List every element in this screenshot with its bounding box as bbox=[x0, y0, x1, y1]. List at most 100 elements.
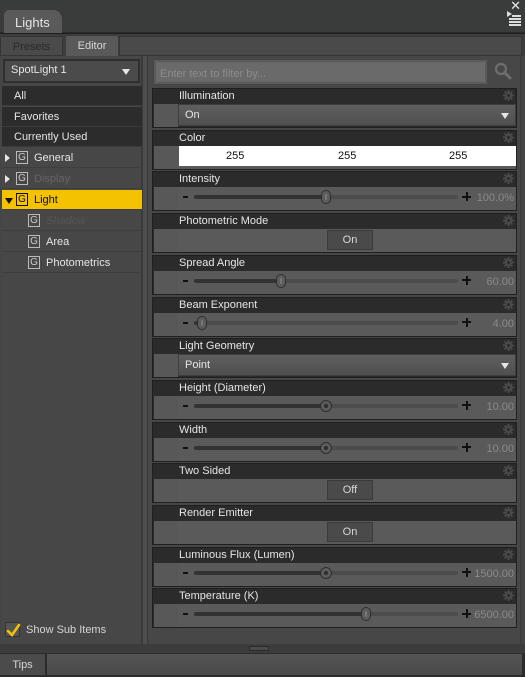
decrement-icon[interactable] bbox=[183, 613, 188, 616]
beam-exponent-value[interactable]: 4.00 bbox=[493, 318, 514, 330]
photometric-mode-toggle[interactable]: On bbox=[327, 230, 373, 251]
gear-icon[interactable] bbox=[503, 507, 514, 518]
spread-angle-value[interactable]: 60.00 bbox=[486, 276, 514, 288]
light-geometry-dropdown[interactable]: Point bbox=[178, 354, 516, 377]
decrement-icon[interactable] bbox=[183, 196, 188, 199]
chevron-down-icon bbox=[501, 113, 509, 119]
panel-menu-icon[interactable] bbox=[507, 11, 521, 26]
search-icon[interactable] bbox=[493, 61, 513, 81]
property-spread-angle: Spread Angle 60.00 bbox=[152, 254, 517, 295]
editor-pane: SpotLight 1 All Favorites Currently Used G… bbox=[0, 56, 525, 644]
property-gutter bbox=[154, 312, 178, 336]
chevron-down-icon bbox=[501, 363, 509, 370]
slider-thumb[interactable] bbox=[276, 273, 287, 288]
color-field[interactable]: 255 255 255 bbox=[179, 145, 516, 166]
tab-editor[interactable]: Editor bbox=[66, 36, 118, 56]
tree-item-shadow[interactable]: G Shadow bbox=[2, 211, 142, 231]
expanded-arrow-icon[interactable] bbox=[5, 198, 13, 204]
gear-icon[interactable] bbox=[503, 256, 514, 268]
panel-tab-lights[interactable]: Lights bbox=[4, 10, 62, 33]
group-icon: G bbox=[16, 172, 28, 185]
render-emitter-toggle[interactable]: On bbox=[327, 522, 373, 542]
slider-thumb[interactable] bbox=[196, 315, 207, 330]
property-label: Beam Exponent bbox=[179, 298, 258, 311]
property-gutter bbox=[154, 270, 178, 294]
tree-item-area[interactable]: G Area bbox=[2, 232, 142, 252]
decrement-icon[interactable] bbox=[183, 321, 188, 324]
slider-thumb[interactable] bbox=[320, 441, 332, 454]
gear-icon[interactable] bbox=[503, 173, 514, 185]
gear-icon[interactable] bbox=[503, 548, 514, 560]
tree-item-photometrics[interactable]: G Photometrics bbox=[2, 253, 142, 273]
temperature-k-slider[interactable] bbox=[194, 607, 458, 622]
property-gutter bbox=[154, 354, 178, 378]
temperature-k-value[interactable]: 6500.00 bbox=[474, 609, 514, 621]
illumination-dropdown[interactable]: On bbox=[178, 104, 516, 126]
node-selector-dropdown[interactable]: SpotLight 1 bbox=[3, 59, 140, 83]
luminous-flux-lumen-value[interactable]: 1500.00 bbox=[474, 568, 514, 580]
two-sided-toggle[interactable]: Off bbox=[327, 480, 373, 501]
checkbox-checked-icon bbox=[5, 622, 21, 638]
tree-item-display[interactable]: G Display bbox=[2, 169, 142, 189]
decrement-icon[interactable] bbox=[183, 571, 188, 574]
luminous-flux-lumen-slider[interactable] bbox=[194, 566, 458, 579]
increment-icon[interactable] bbox=[462, 317, 471, 327]
property-intensity: Intensity 100.0% bbox=[152, 171, 517, 212]
spread-angle-slider[interactable] bbox=[194, 273, 458, 288]
gear-icon[interactable] bbox=[503, 423, 514, 435]
node-selector-value: SpotLight 1 bbox=[11, 64, 67, 76]
property-label: Color bbox=[179, 131, 206, 144]
gear-icon[interactable] bbox=[503, 215, 514, 227]
increment-icon[interactable] bbox=[462, 442, 471, 452]
gear-icon[interactable] bbox=[503, 465, 514, 477]
filter-item-currently-used[interactable]: Currently Used bbox=[2, 127, 142, 147]
intensity-slider[interactable] bbox=[194, 190, 458, 205]
slider-thumb[interactable] bbox=[320, 399, 332, 412]
width-slider[interactable] bbox=[194, 441, 458, 454]
gear-icon[interactable] bbox=[503, 340, 514, 352]
slider-thumb[interactable] bbox=[320, 566, 332, 579]
increment-icon[interactable] bbox=[462, 609, 471, 619]
tab-tips[interactable]: Tips bbox=[0, 654, 45, 675]
property-label: Spread Angle bbox=[179, 256, 246, 269]
gear-icon[interactable] bbox=[503, 298, 514, 310]
gear-icon[interactable] bbox=[503, 381, 514, 393]
width-value[interactable]: 10.00 bbox=[486, 443, 514, 455]
pane-resize-bar bbox=[0, 644, 525, 653]
tab-presets[interactable]: Presets bbox=[0, 36, 63, 56]
increment-icon[interactable] bbox=[462, 275, 471, 285]
resize-grip[interactable] bbox=[249, 646, 269, 651]
show-sub-items-label: Show Sub Items bbox=[26, 624, 107, 636]
property-gutter bbox=[154, 521, 178, 544]
height-diameter-slider[interactable] bbox=[194, 399, 458, 412]
gear-icon[interactable] bbox=[503, 90, 514, 101]
intensity-value[interactable]: 100.0% bbox=[477, 192, 514, 204]
filter-input[interactable] bbox=[154, 60, 487, 84]
decrement-icon[interactable] bbox=[183, 404, 188, 407]
tree-item-light[interactable]: G Light bbox=[2, 190, 142, 210]
property-temperature-k: Temperature (K) 6500.00 bbox=[152, 588, 517, 629]
property-illumination: Illumination On bbox=[152, 88, 517, 128]
height-diameter-value[interactable]: 10.00 bbox=[486, 401, 514, 413]
group-icon: G bbox=[16, 193, 28, 206]
increment-icon[interactable] bbox=[462, 400, 471, 410]
slider-thumb[interactable] bbox=[321, 190, 331, 205]
collapsed-arrow-icon[interactable] bbox=[5, 175, 11, 183]
decrement-icon[interactable] bbox=[183, 279, 188, 282]
panel-splitter[interactable] bbox=[142, 56, 148, 644]
property-label: Intensity bbox=[179, 173, 220, 186]
increment-icon[interactable] bbox=[462, 192, 471, 202]
filter-item-all[interactable]: All bbox=[2, 86, 142, 106]
slider-thumb[interactable] bbox=[360, 607, 371, 622]
tree-item-label: Area bbox=[46, 236, 70, 248]
collapsed-arrow-icon[interactable] bbox=[5, 154, 11, 162]
tree-item-general[interactable]: G General bbox=[2, 148, 142, 168]
slider-fill bbox=[194, 612, 366, 617]
decrement-icon[interactable] bbox=[183, 446, 188, 449]
gear-icon[interactable] bbox=[503, 590, 514, 602]
beam-exponent-slider[interactable] bbox=[194, 315, 458, 330]
slider-fill bbox=[194, 278, 282, 283]
filter-item-favorites[interactable]: Favorites bbox=[2, 106, 142, 127]
gear-icon[interactable] bbox=[503, 131, 514, 143]
increment-icon[interactable] bbox=[462, 567, 471, 577]
